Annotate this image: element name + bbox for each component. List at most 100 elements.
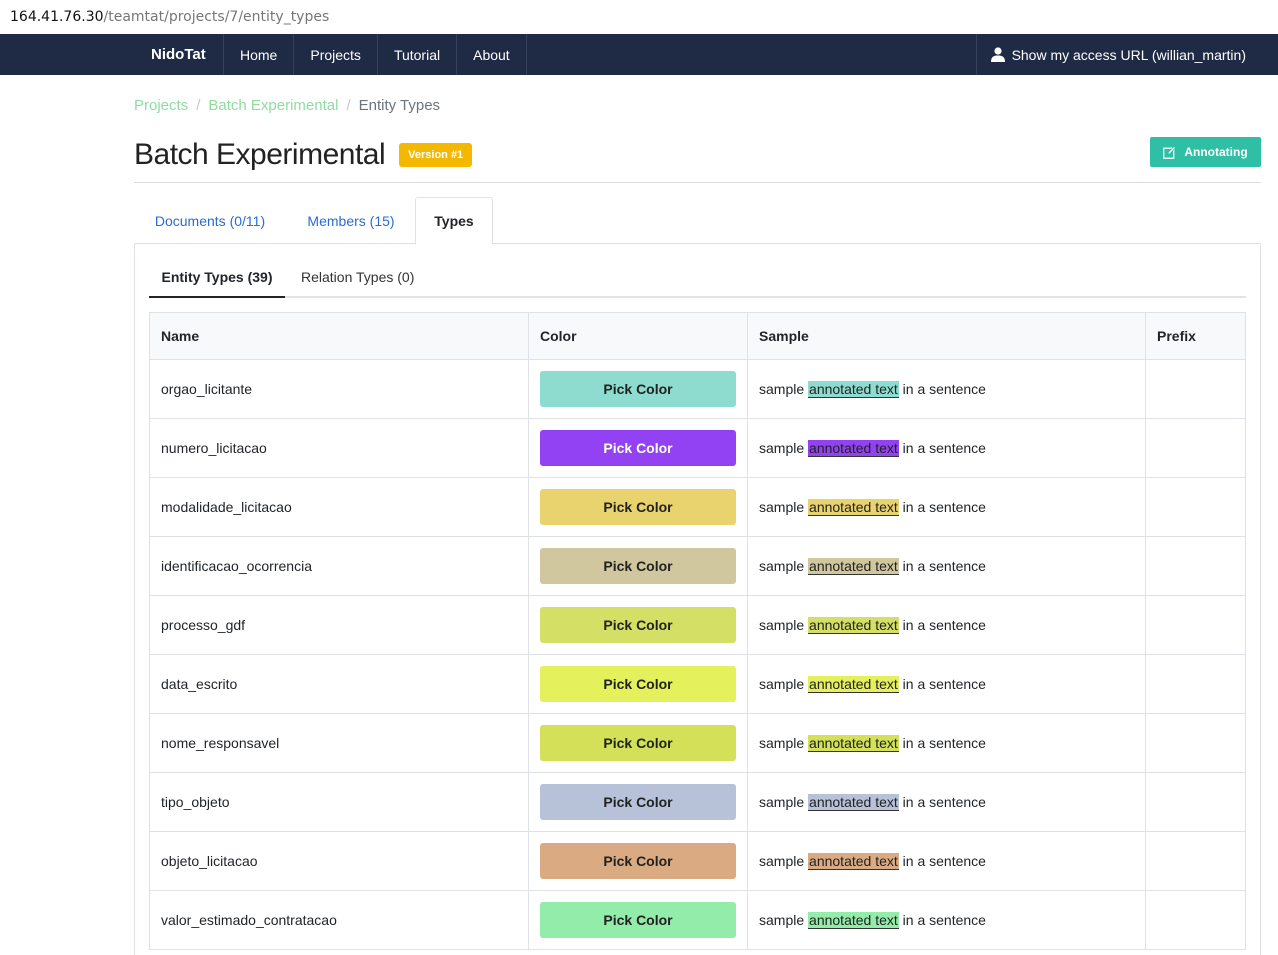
sample-highlight: annotated text [808, 381, 899, 398]
sample-before: sample [759, 499, 805, 515]
sample-highlight: annotated text [808, 440, 899, 457]
color-cell: Pick Color [529, 655, 748, 713]
pick-color-button[interactable]: Pick Color [540, 666, 736, 702]
table-row: valor_estimado_contratacao Pick Color samp… [150, 891, 1245, 950]
color-cell: Pick Color [529, 832, 748, 890]
header-color[interactable]: Color [529, 313, 748, 359]
table-row: modalidade_licitacao Pick Color sample ann… [150, 478, 1245, 537]
breadcrumb-batch-experimental[interactable]: Batch Experimental [208, 97, 338, 114]
color-cell: Pick Color [529, 714, 748, 772]
sample-before: sample [759, 912, 805, 928]
breadcrumb-entity-types: Entity Types [358, 97, 441, 114]
nav-home[interactable]: Home [224, 34, 295, 75]
color-cell: Pick Color [529, 537, 748, 595]
breadcrumb: Projects / Batch Experimental / Entity T… [134, 97, 440, 114]
sample-cell: sample annotated text in a sentence [748, 537, 1146, 595]
sample-cell: sample annotated text in a sentence [748, 773, 1146, 831]
prefix-cell [1146, 891, 1245, 949]
color-cell: Pick Color [529, 891, 748, 949]
sample-before: sample [759, 794, 805, 810]
subtab-relation-types[interactable]: Relation Types (0) [301, 258, 414, 296]
sample-highlight: annotated text [808, 794, 899, 811]
address-bar[interactable]: 164.41.76.30/teamtat/projects/7/entity_t… [0, 0, 1278, 34]
sample-after: in a sentence [902, 617, 986, 633]
sample-highlight: annotated text [808, 676, 899, 693]
pick-color-button[interactable]: Pick Color [540, 725, 736, 761]
entity-name: modalidade_licitacao [150, 478, 529, 536]
table-row: identificacao_ocorrencia Pick Color sample… [150, 537, 1245, 596]
table-row: tipo_objeto Pick Color sample annotated te… [150, 773, 1245, 832]
table-row: processo_gdf Pick Color sample annotated t… [150, 596, 1245, 655]
sample-after: in a sentence [902, 676, 986, 692]
sample-before: sample [759, 735, 805, 751]
sample-text: sample annotated text in a sentence [759, 912, 986, 929]
user-icon [990, 47, 1005, 62]
pick-color-button[interactable]: Pick Color [540, 784, 736, 820]
sample-cell: sample annotated text in a sentence [748, 360, 1146, 418]
prefix-cell [1146, 419, 1245, 477]
prefix-cell [1146, 714, 1245, 772]
sample-cell: sample annotated text in a sentence [748, 596, 1146, 654]
annotating-button[interactable]: Annotating [1150, 137, 1261, 167]
sample-cell: sample annotated text in a sentence [748, 832, 1146, 890]
sample-after: in a sentence [902, 381, 986, 397]
sample-cell: sample annotated text in a sentence [748, 419, 1146, 477]
header-name[interactable]: Name [150, 313, 529, 359]
subtab-entity-types[interactable]: Entity Types (39) [149, 258, 285, 298]
sample-cell: sample annotated text in a sentence [748, 714, 1146, 772]
nav-about[interactable]: About [457, 34, 527, 75]
pick-color-button[interactable]: Pick Color [540, 489, 736, 525]
entity-name: nome_responsavel [150, 714, 529, 772]
prefix-cell [1146, 537, 1245, 595]
sample-text: sample annotated text in a sentence [759, 499, 986, 516]
sample-before: sample [759, 440, 805, 456]
sample-after: in a sentence [902, 912, 986, 928]
color-cell: Pick Color [529, 596, 748, 654]
sample-highlight: annotated text [808, 499, 899, 516]
entity-types-table: Name Color Sample Prefix orgao_licitante… [149, 312, 1246, 950]
pick-color-button[interactable]: Pick Color [540, 902, 736, 938]
page-title: Batch Experimental [134, 138, 386, 171]
sample-text: sample annotated text in a sentence [759, 735, 986, 752]
color-cell: Pick Color [529, 419, 748, 477]
tab-documents[interactable]: Documents (0/11) [134, 197, 286, 244]
sample-text: sample annotated text in a sentence [759, 381, 986, 398]
prefix-cell [1146, 655, 1245, 713]
tab-members[interactable]: Members (15) [293, 197, 409, 244]
sample-text: sample annotated text in a sentence [759, 853, 986, 870]
pick-color-button[interactable]: Pick Color [540, 843, 736, 879]
brand-logo[interactable]: NidoTat [0, 34, 224, 75]
sub-tabs: Entity Types (39) Relation Types (0) [149, 258, 1246, 298]
access-url-label: Show my access URL (willian_martin) [1011, 46, 1246, 63]
access-url-link[interactable]: Show my access URL (willian_martin) [975, 34, 1278, 75]
divider [134, 182, 1261, 183]
breadcrumb-projects[interactable]: Projects [134, 97, 188, 114]
pick-color-button[interactable]: Pick Color [540, 607, 736, 643]
url-host: 164.41.76.30 [10, 9, 104, 25]
pick-color-button[interactable]: Pick Color [540, 430, 736, 466]
prefix-cell [1146, 773, 1245, 831]
edit-icon [1163, 145, 1177, 159]
url-path: /teamtat/projects/7/entity_types [103, 9, 330, 25]
pick-color-button[interactable]: Pick Color [540, 371, 736, 407]
sample-before: sample [759, 381, 805, 397]
table-row: objeto_licitacao Pick Color sample annotat… [150, 832, 1245, 891]
header-sample[interactable]: Sample [748, 313, 1146, 359]
sample-highlight: annotated text [808, 735, 899, 752]
breadcrumb-separator: / [346, 97, 351, 114]
header-prefix[interactable]: Prefix [1146, 313, 1245, 359]
sample-text: sample annotated text in a sentence [759, 440, 986, 457]
tab-types[interactable]: Types [415, 197, 493, 245]
page-header: Batch Experimental Version #1 [134, 138, 473, 172]
top-navbar: NidoTat Home Projects Tutorial About Sho… [0, 34, 1278, 75]
sample-cell: sample annotated text in a sentence [748, 478, 1146, 536]
breadcrumb-separator: / [196, 97, 201, 114]
color-cell: Pick Color [529, 478, 748, 536]
prefix-cell [1146, 832, 1245, 890]
nav-tutorial[interactable]: Tutorial [378, 34, 458, 75]
nav-projects[interactable]: Projects [294, 34, 378, 75]
prefix-cell [1146, 596, 1245, 654]
pick-color-button[interactable]: Pick Color [540, 548, 736, 584]
sample-text: sample annotated text in a sentence [759, 794, 986, 811]
sample-cell: sample annotated text in a sentence [748, 891, 1146, 949]
